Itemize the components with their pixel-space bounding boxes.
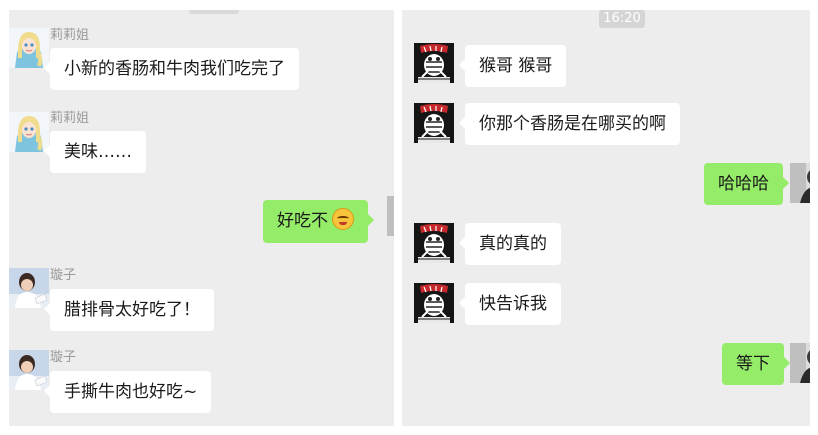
comic-avatar-icon[interactable] bbox=[414, 283, 454, 323]
message-bubble[interactable]: 真的真的 bbox=[459, 223, 561, 265]
sender-name: 璇子 bbox=[50, 350, 77, 365]
timestamp-badge: 16:20 bbox=[599, 10, 645, 28]
outgoing-message-bubble[interactable]: 哈哈哈 bbox=[704, 163, 789, 205]
elsa-avatar-icon[interactable] bbox=[9, 112, 49, 152]
elsa-avatar-icon[interactable] bbox=[9, 28, 49, 68]
my-avatar-icon[interactable] bbox=[790, 343, 810, 383]
smiling-face-emoji-icon bbox=[332, 208, 354, 230]
my-avatar-icon[interactable] bbox=[790, 163, 810, 203]
photo-avatar-icon[interactable] bbox=[9, 350, 49, 390]
message-bubble[interactable]: 猴哥 猴哥 bbox=[458, 45, 567, 87]
outgoing-message-bubble[interactable]: 好吃不 bbox=[263, 200, 374, 243]
message-bubble[interactable]: 手撕牛肉也好吃~ bbox=[43, 371, 212, 413]
sender-name: 璇子 bbox=[50, 268, 77, 283]
message-text: 好吃不 bbox=[277, 211, 328, 231]
outgoing-message-bubble[interactable]: 等下 bbox=[722, 343, 790, 385]
sender-name: 莉莉姐 bbox=[50, 111, 90, 126]
photo-avatar-icon[interactable] bbox=[9, 268, 49, 308]
message-bubble[interactable]: 腊排骨太好吃了！ bbox=[44, 289, 214, 331]
left-chat-panel: 莉莉姐 小新的香肠和牛肉我们吃完了 莉莉姐 美味…… 好吃不 璇子 腊排骨太好吃… bbox=[9, 10, 394, 426]
message-bubble[interactable]: 美味…… bbox=[44, 131, 146, 173]
message-bubble[interactable]: 小新的香肠和牛肉我们吃完了 bbox=[44, 48, 299, 90]
top-tab-indicator bbox=[189, 10, 239, 14]
right-chat-panel: 16:20 猴哥 猴哥 你那个香肠是在哪买的啊 哈哈哈 真的真的 快告诉我 等下 bbox=[402, 10, 810, 426]
comic-avatar-icon[interactable] bbox=[414, 43, 454, 83]
message-bubble[interactable]: 快告诉我 bbox=[459, 283, 561, 325]
comic-avatar-icon[interactable] bbox=[414, 223, 454, 263]
message-bubble[interactable]: 你那个香肠是在哪买的啊 bbox=[459, 103, 680, 145]
my-avatar-icon[interactable] bbox=[387, 196, 394, 236]
sender-name: 莉莉姐 bbox=[50, 28, 90, 43]
comic-avatar-icon[interactable] bbox=[414, 103, 454, 143]
